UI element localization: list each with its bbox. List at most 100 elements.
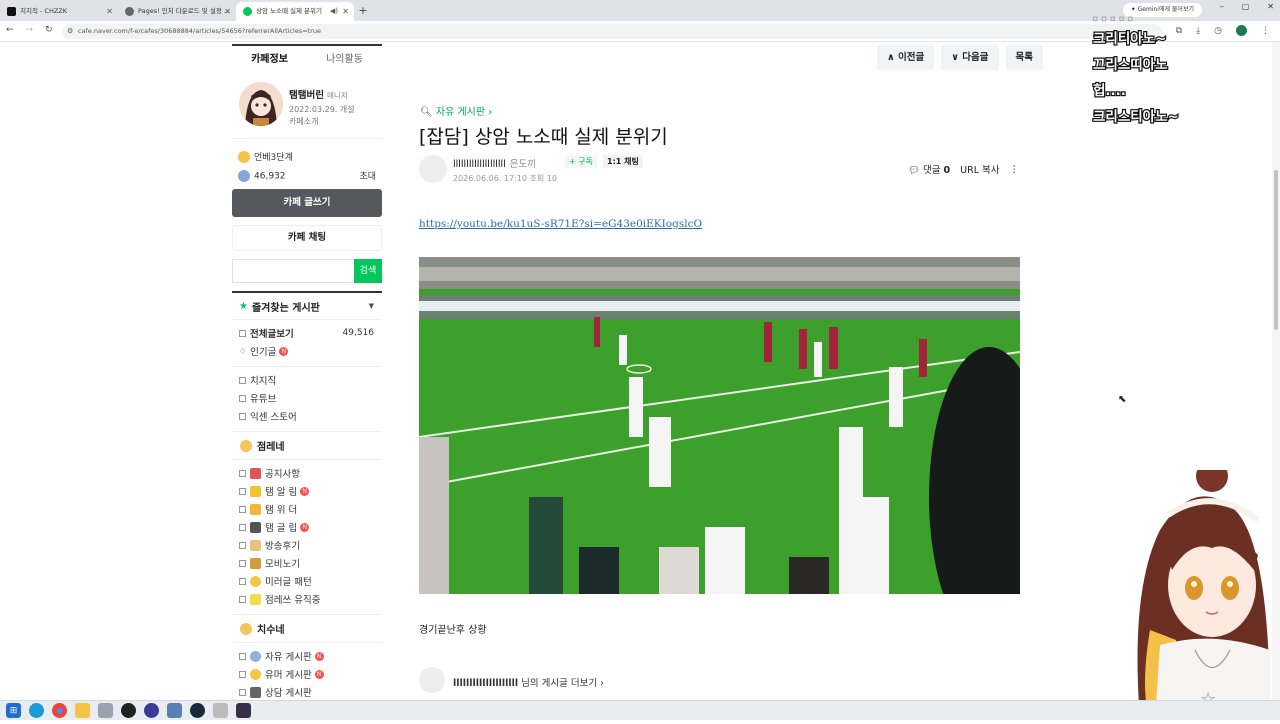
writer-more-posts[interactable]: llllllllllllllllllll 님의 게시글 더보기 › [419, 667, 719, 695]
cafe-intro-link[interactable]: 카페소개 [289, 116, 355, 128]
sidebar-item-free[interactable]: 자유 게시판 N [239, 647, 382, 665]
tab-close-icon[interactable]: ✕ [224, 2, 231, 21]
all-posts-label: 전체글보기 [250, 329, 294, 340]
comment-button[interactable]: 💬︎ 댓글 0 [908, 162, 950, 176]
history-icon[interactable]: ◷ [1214, 26, 1222, 36]
cafe-write-button[interactable]: 카페 글쓰기 [232, 189, 382, 217]
subscribe-button[interactable]: + 구독 [565, 155, 597, 168]
cafe-chat-button[interactable]: 카페 채팅 [232, 225, 382, 251]
writer-avatar[interactable] [419, 155, 447, 183]
one-to-one-chat-button[interactable]: 1:1 채팅 [603, 155, 643, 168]
invite-link[interactable]: 초대 [359, 169, 376, 182]
article-date: 2026.06.06. 17:10 [453, 174, 527, 183]
sidebar-item-notice[interactable]: 공지사항 [239, 464, 382, 482]
more-options-icon[interactable]: ⋮ [1010, 164, 1020, 175]
site-info-icon[interactable]: ⚙ [67, 24, 73, 39]
image-viewer-icon[interactable] [167, 703, 182, 718]
bell-icon [250, 485, 261, 497]
scrollbar-thumb[interactable] [1274, 170, 1278, 330]
reload-icon[interactable]: ↻ [45, 25, 53, 35]
board-icon [239, 652, 246, 660]
chrome-icon[interactable] [52, 703, 67, 718]
browser-tab-chzzk[interactable]: 치지직 - CHZZK ✕ [0, 2, 118, 21]
maximize-icon[interactable]: ▢ [1242, 2, 1250, 11]
article-nav: ∧ 이전글 ∨ 다음글 목록 [876, 45, 1043, 70]
back-icon[interactable]: ← [6, 25, 14, 35]
steam-icon[interactable] [190, 703, 205, 718]
speaker-icon[interactable]: ◀) [330, 2, 338, 21]
member-count[interactable]: 46,932 [238, 169, 286, 182]
next-label: 다음글 [962, 52, 989, 63]
forward-icon[interactable]: → [26, 25, 34, 35]
level-medal-icon [238, 151, 250, 164]
next-article-button[interactable]: ∨ 다음글 [941, 45, 999, 70]
sidebar-item-popular[interactable]: ♢ 인기글 N [239, 342, 382, 360]
sidebar-item-pattern[interactable]: 미러글 패턴 [239, 572, 382, 590]
writer-grade: 은도끼 [509, 159, 537, 170]
sidebar-item-humor[interactable]: 유머 게시판 N [239, 665, 382, 683]
browser-tab-article[interactable]: 상암 노소때 실제 분위기 ◀) ✕ [236, 2, 354, 21]
edge-icon[interactable] [29, 703, 44, 718]
sidebar-item-store[interactable]: 익센 스토어 [239, 407, 382, 425]
prev-label: 이전글 [898, 52, 925, 63]
board-group-2[interactable]: 치수네 [232, 614, 382, 642]
download-icon[interactable]: ⤓ [1196, 26, 1200, 36]
active-app-icon[interactable] [236, 703, 251, 718]
board-icon [239, 329, 246, 337]
board-breadcrumb[interactable]: 🔍︎ 자유 게시판 › [420, 103, 492, 118]
url-copy-button[interactable]: URL 복사 [960, 162, 999, 176]
new-tab-button[interactable]: + [354, 2, 372, 21]
tab-close-icon[interactable]: ✕ [106, 2, 113, 21]
article: ∧ 이전글 ∨ 다음글 목록 🔍︎ 자유 게시판 › [잡담] 상암 노소때 실… [398, 44, 1043, 720]
cafe-level[interactable]: 언베3단계 [238, 150, 293, 164]
menu-icon[interactable]: ⋮ [1261, 26, 1270, 36]
sidebar-item-mabinogi[interactable]: 모비노기 [239, 554, 382, 572]
windows-start-icon[interactable]: ⊞ [6, 703, 21, 718]
cafe-avatar[interactable] [239, 82, 283, 126]
browser-tab-pages[interactable]: Pages! 인처 다운로드 및 설정 ... ✕ [118, 2, 236, 21]
profile-avatar[interactable] [1236, 25, 1247, 36]
folder-icon[interactable] [75, 703, 90, 718]
sidebar-item-wither[interactable]: 탬 위 더 [239, 500, 382, 518]
chevron-down-icon[interactable]: ▼ [369, 302, 374, 310]
tool-icon[interactable] [98, 703, 113, 718]
cafe-search-input[interactable] [232, 259, 354, 283]
tab-close-icon[interactable]: ✕ [342, 2, 349, 21]
writer-name[interactable]: llllllllllllllllllll 은도끼 [453, 156, 536, 170]
browser-tab-bar: 치지직 - CHZZK ✕ Pages! 인처 다운로드 및 설정 ... ✕ … [0, 0, 1280, 21]
sparkle-icon [250, 593, 261, 605]
sidebar-item-job[interactable]: 점레쓰 유직중 [239, 590, 382, 608]
obs-icon[interactable] [144, 703, 159, 718]
sidebar-item-clip[interactable]: 탬 글 립N [239, 518, 382, 536]
nav-buttons: ← → ↻ [6, 25, 53, 35]
sidebar-item-counsel[interactable]: 상담 게시판 [239, 683, 382, 701]
sidebar-item-review[interactable]: 방송후기 [239, 536, 382, 554]
gemini-button[interactable]: ✦ Gemini에게 물어보기 [1122, 3, 1202, 17]
utility-icon[interactable] [213, 703, 228, 718]
tab-my-activity[interactable]: 나의활동 [307, 46, 382, 74]
youtube-link[interactable]: https://youtu.be/ku1uS-sR71E?si=eG43e0iE… [419, 218, 702, 230]
board-label: 공지사항 [265, 469, 300, 480]
close-window-icon[interactable]: ✕ [1267, 2, 1274, 11]
embedded-video[interactable] [419, 257, 1020, 594]
all-posts-list: 전체글보기 49,516 ♢ 인기글 N [232, 319, 382, 366]
manager-name-text: 탬탬버린 [289, 90, 324, 101]
sidebar-item-alarm[interactable]: 탬 알 림N [239, 482, 382, 500]
article-body-text: 경기끝난후 상황 [419, 625, 487, 636]
prev-article-button[interactable]: ∧ 이전글 [876, 45, 935, 70]
board-group-1[interactable]: 점레네 [232, 431, 382, 459]
sidebar-item-chzzk[interactable]: 치지직 [239, 371, 382, 389]
board-icon [239, 505, 246, 513]
tab-cafe-info[interactable]: 카페정보 [232, 46, 307, 74]
cafe-search-button[interactable]: 검색 [354, 259, 382, 283]
list-button[interactable]: 목록 [1005, 45, 1043, 70]
sidebar-item-all-posts[interactable]: 전체글보기 49,516 [239, 324, 382, 342]
new-badge: N [314, 669, 324, 679]
toolbar-right: ⧉ ⤓ ◷ ⋮ [1176, 25, 1270, 36]
minimize-icon[interactable]: – [1220, 2, 1224, 11]
favorite-boards-header[interactable]: ★ 즐겨찾는 게시판 ▼ [232, 293, 382, 319]
app-icon[interactable] [121, 703, 136, 718]
sidebar-item-youtube[interactable]: 유튜브 [239, 389, 382, 407]
url-input[interactable]: ⚙ cafe.naver.com/f-e/cafes/30688884/arti… [62, 24, 1162, 39]
manager-name[interactable]: 탬탬버린 매니저 [289, 87, 348, 101]
